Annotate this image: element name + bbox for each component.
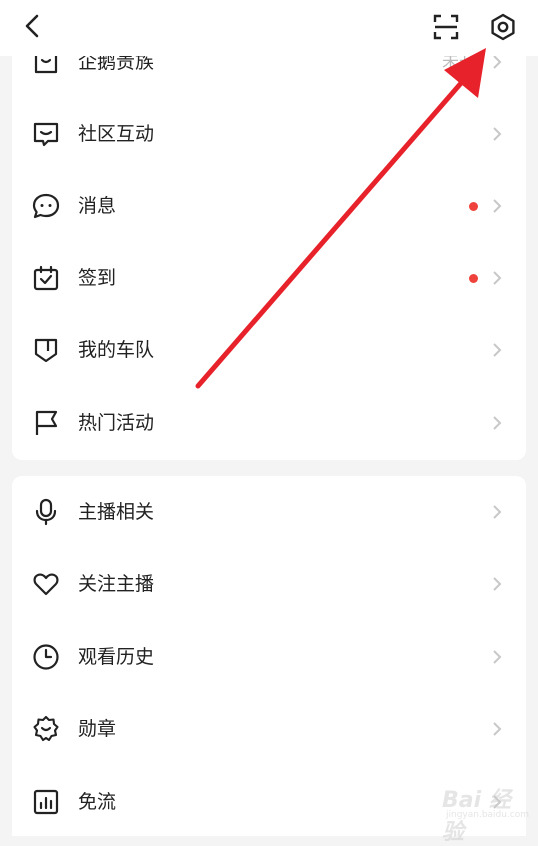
unread-dot bbox=[469, 202, 478, 211]
chevron-right-icon bbox=[493, 650, 502, 664]
chevron-right-icon bbox=[493, 127, 502, 141]
clock-icon bbox=[33, 644, 59, 670]
menu-item-community[interactable]: 社区互动 bbox=[12, 98, 526, 170]
calendar-check-icon bbox=[33, 265, 59, 291]
watermark-sub: jingyan.baidu.com bbox=[446, 810, 530, 820]
menu-item-label: 关注主播 bbox=[78, 573, 155, 595]
chevron-right-icon bbox=[493, 343, 502, 357]
menu-item-follow[interactable]: 关注主播 bbox=[12, 548, 526, 620]
unread-dot bbox=[469, 274, 478, 283]
menu-item-label: 签到 bbox=[78, 267, 117, 289]
chevron-right-icon bbox=[493, 55, 502, 69]
chat-smile-icon bbox=[33, 122, 59, 147]
menu-item-label: 主播相关 bbox=[78, 501, 155, 523]
chevron-right-icon bbox=[493, 505, 502, 519]
shield-icon bbox=[34, 338, 58, 363]
menu-item-label: 免流 bbox=[78, 791, 117, 813]
menu-item-label: 我的车队 bbox=[78, 339, 155, 361]
menu-item-history[interactable]: 观看历史 bbox=[12, 621, 526, 693]
scan-icon[interactable] bbox=[432, 13, 460, 41]
chevron-right-icon bbox=[493, 416, 502, 430]
menu-item-checkin[interactable]: 签到 bbox=[12, 242, 526, 314]
chevron-right-icon bbox=[493, 722, 502, 736]
chart-icon bbox=[33, 789, 59, 815]
menu-item-label: 社区互动 bbox=[78, 123, 155, 145]
chevron-right-icon bbox=[493, 577, 502, 591]
watermark: Bai 经验 jingyan.baidu.com bbox=[420, 768, 530, 845]
microphone-icon bbox=[35, 498, 57, 526]
back-arrow-icon[interactable] bbox=[20, 12, 48, 40]
menu-item-activities[interactable]: 热门活动 bbox=[12, 387, 526, 459]
chevron-right-icon bbox=[493, 199, 502, 213]
menu-item-messages[interactable]: 消息 bbox=[12, 170, 526, 242]
badge-icon bbox=[33, 715, 59, 742]
flag-icon bbox=[35, 410, 58, 435]
top-bar bbox=[0, 0, 538, 56]
menu-item-team[interactable]: 我的车队 bbox=[12, 314, 526, 386]
menu-card-1: 企鹅贵族 未开 社区互动 消息 签到 我的车队 热门活动 bbox=[12, 24, 526, 460]
message-icon bbox=[32, 193, 60, 219]
heart-icon bbox=[33, 573, 59, 596]
menu-item-medals[interactable]: 勋章 bbox=[12, 693, 526, 765]
menu-item-label: 勋章 bbox=[78, 718, 117, 740]
settings-gear-icon[interactable] bbox=[488, 12, 518, 42]
chevron-right-icon bbox=[493, 271, 502, 285]
menu-item-label: 观看历史 bbox=[78, 646, 155, 668]
menu-item-streamer[interactable]: 主播相关 bbox=[12, 476, 526, 548]
menu-item-label: 热门活动 bbox=[78, 412, 155, 434]
menu-item-label: 消息 bbox=[78, 195, 117, 217]
